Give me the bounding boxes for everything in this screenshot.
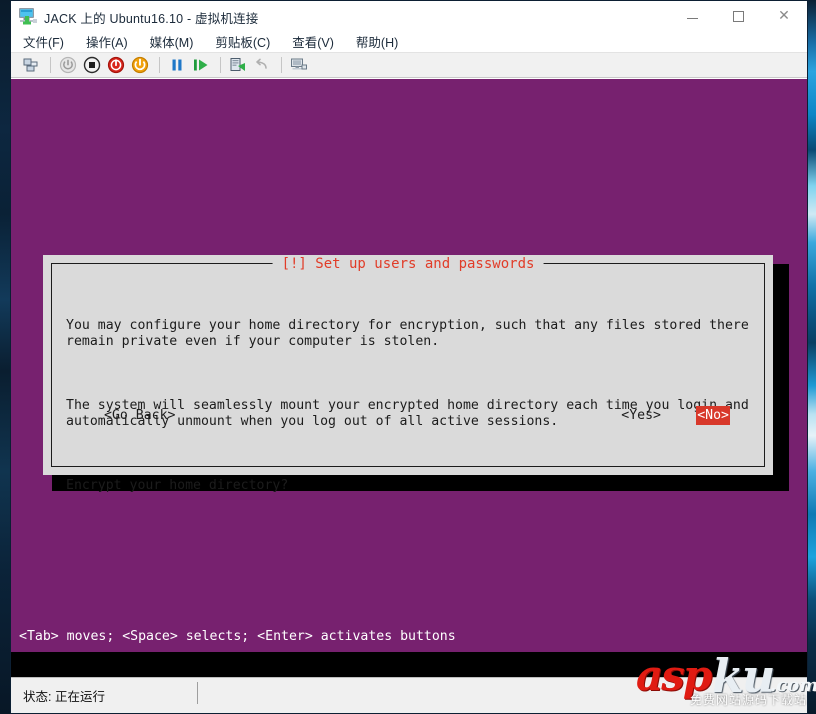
menu-bar: 文件(F) 操作(A) 媒体(M) 剪贴板(C) 查看(V) 帮助(H) <box>11 31 807 52</box>
close-button[interactable]: ✕ <box>761 1 807 31</box>
toolbar-separator-2 <box>159 57 160 73</box>
window-controls: ✕ <box>669 1 807 31</box>
revert-icon[interactable] <box>251 54 273 76</box>
title-bar: JACK 上的 Ubuntu16.10 - 虚拟机连接 ✕ <box>11 1 807 31</box>
status-bar: 状态: 正在运行 <box>11 677 807 713</box>
keyboard-hint-text: <Tab> moves; <Space> selects; <Enter> ac… <box>19 629 456 644</box>
vm-monitor-icon <box>18 7 38 25</box>
status-label: 状态: 正在运行 <box>23 690 105 704</box>
go-back-button[interactable]: <Go Back> <box>104 408 175 423</box>
dialog-inner-frame: [!] Set up users and passwords You may c… <box>51 256 765 493</box>
menu-action[interactable]: 操作(A) <box>86 32 128 51</box>
vm-connection-window: JACK 上的 Ubuntu16.10 - 虚拟机连接 ✕ 文件(F) 操作(A… <box>10 0 808 714</box>
no-button[interactable]: <No> <box>696 406 730 425</box>
window-title: JACK 上的 Ubuntu16.10 - 虚拟机连接 <box>44 12 259 26</box>
checkpoint-icon[interactable] <box>227 54 249 76</box>
dialog-question: Encrypt your home directory? <box>66 478 289 493</box>
minimize-icon <box>686 17 698 19</box>
shutdown-icon[interactable] <box>81 54 103 76</box>
vm-screen[interactable]: [!] Set up users and passwords You may c… <box>11 79 807 652</box>
close-icon: ✕ <box>778 8 790 24</box>
toolbar-separator-3 <box>220 57 221 73</box>
maximize-icon <box>732 10 744 22</box>
dialog-title: [!] Set up users and passwords <box>272 256 544 272</box>
ctrl-alt-del-icon[interactable] <box>20 54 42 76</box>
toolbar-separator-4 <box>281 57 282 73</box>
menu-media[interactable]: 媒体(M) <box>150 32 194 51</box>
installer-dialog: [!] Set up users and passwords You may c… <box>43 255 773 493</box>
turn-off-icon[interactable] <box>105 54 127 76</box>
start-icon[interactable] <box>129 54 151 76</box>
resume-icon[interactable] <box>190 54 212 76</box>
toolbar-separator-1 <box>50 57 51 73</box>
installer-dialog-wrapper: [!] Set up users and passwords You may c… <box>43 255 789 493</box>
dialog-body: You may configure your home directory fo… <box>66 286 754 526</box>
menu-clipboard[interactable]: 剪贴板(C) <box>215 32 270 51</box>
yes-button[interactable]: <Yes> <box>621 408 661 423</box>
enhanced-session-icon[interactable] <box>288 54 310 76</box>
dialog-buttons: <Go Back> <Yes> <No> <box>66 406 750 428</box>
menu-help[interactable]: 帮助(H) <box>356 32 398 51</box>
dialog-paragraph-1: You may configure your home directory fo… <box>66 318 749 349</box>
tool-bar <box>11 52 807 78</box>
minimize-button[interactable] <box>669 1 715 31</box>
power-off-icon[interactable] <box>57 54 79 76</box>
menu-file[interactable]: 文件(F) <box>23 32 64 51</box>
menu-view[interactable]: 查看(V) <box>292 32 334 51</box>
status-separator <box>197 682 198 704</box>
screen-root: JACK 上的 Ubuntu16.10 - 虚拟机连接 ✕ 文件(F) 操作(A… <box>0 0 816 714</box>
pause-icon[interactable] <box>166 54 188 76</box>
maximize-button[interactable] <box>715 1 761 31</box>
vm-bottom-letterbox <box>11 652 807 677</box>
